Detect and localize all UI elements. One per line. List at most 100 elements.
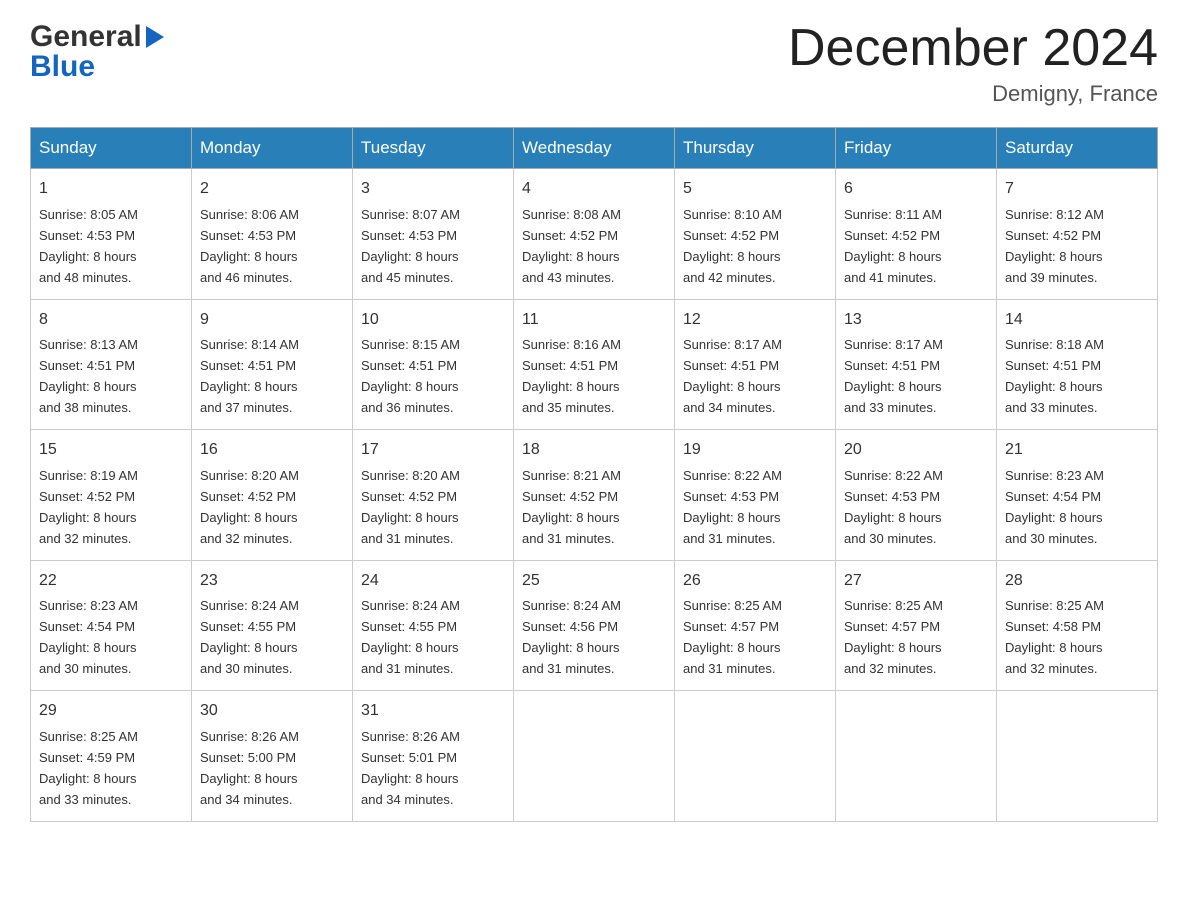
calendar-cell: 21 Sunrise: 8:23 AMSunset: 4:54 PMDaylig…: [997, 430, 1158, 560]
calendar-cell: 11 Sunrise: 8:16 AMSunset: 4:51 PMDaylig…: [514, 299, 675, 429]
calendar-cell: 2 Sunrise: 8:06 AMSunset: 4:53 PMDayligh…: [192, 169, 353, 299]
calendar-cell: 13 Sunrise: 8:17 AMSunset: 4:51 PMDaylig…: [836, 299, 997, 429]
calendar-cell: 18 Sunrise: 8:21 AMSunset: 4:52 PMDaylig…: [514, 430, 675, 560]
logo-line1: General: [30, 20, 168, 54]
weekday-header-friday: Friday: [836, 128, 997, 169]
calendar-cell: 10 Sunrise: 8:15 AMSunset: 4:51 PMDaylig…: [353, 299, 514, 429]
week-row-2: 8 Sunrise: 8:13 AMSunset: 4:51 PMDayligh…: [31, 299, 1158, 429]
calendar-cell: 26 Sunrise: 8:25 AMSunset: 4:57 PMDaylig…: [675, 560, 836, 690]
day-sunrise: Sunrise: 8:26 AMSunset: 5:00 PMDaylight:…: [200, 729, 299, 807]
day-number: 11: [522, 308, 666, 333]
calendar-cell: 24 Sunrise: 8:24 AMSunset: 4:55 PMDaylig…: [353, 560, 514, 690]
day-sunrise: Sunrise: 8:20 AMSunset: 4:52 PMDaylight:…: [361, 468, 460, 546]
calendar-cell: [514, 691, 675, 821]
calendar-cell: 16 Sunrise: 8:20 AMSunset: 4:52 PMDaylig…: [192, 430, 353, 560]
day-number: 22: [39, 569, 183, 594]
day-number: 31: [361, 699, 505, 724]
weekday-header-thursday: Thursday: [675, 128, 836, 169]
day-sunrise: Sunrise: 8:16 AMSunset: 4:51 PMDaylight:…: [522, 337, 621, 415]
day-number: 13: [844, 308, 988, 333]
calendar-cell: 25 Sunrise: 8:24 AMSunset: 4:56 PMDaylig…: [514, 560, 675, 690]
calendar-cell: 9 Sunrise: 8:14 AMSunset: 4:51 PMDayligh…: [192, 299, 353, 429]
day-sunrise: Sunrise: 8:24 AMSunset: 4:55 PMDaylight:…: [200, 598, 299, 676]
day-sunrise: Sunrise: 8:22 AMSunset: 4:53 PMDaylight:…: [683, 468, 782, 546]
day-sunrise: Sunrise: 8:17 AMSunset: 4:51 PMDaylight:…: [844, 337, 943, 415]
day-number: 19: [683, 438, 827, 463]
day-sunrise: Sunrise: 8:21 AMSunset: 4:52 PMDaylight:…: [522, 468, 621, 546]
logo-triangle-icon: [144, 22, 166, 52]
day-number: 6: [844, 177, 988, 202]
day-sunrise: Sunrise: 8:23 AMSunset: 4:54 PMDaylight:…: [1005, 468, 1104, 546]
day-number: 16: [200, 438, 344, 463]
day-number: 12: [683, 308, 827, 333]
logo-line2: Blue: [30, 50, 168, 84]
weekday-header-row: SundayMondayTuesdayWednesdayThursdayFrid…: [31, 128, 1158, 169]
day-sunrise: Sunrise: 8:14 AMSunset: 4:51 PMDaylight:…: [200, 337, 299, 415]
calendar-cell: 14 Sunrise: 8:18 AMSunset: 4:51 PMDaylig…: [997, 299, 1158, 429]
calendar-cell: [675, 691, 836, 821]
weekday-header-saturday: Saturday: [997, 128, 1158, 169]
calendar-cell: [997, 691, 1158, 821]
day-number: 2: [200, 177, 344, 202]
day-sunrise: Sunrise: 8:10 AMSunset: 4:52 PMDaylight:…: [683, 207, 782, 285]
day-sunrise: Sunrise: 8:20 AMSunset: 4:52 PMDaylight:…: [200, 468, 299, 546]
day-sunrise: Sunrise: 8:24 AMSunset: 4:56 PMDaylight:…: [522, 598, 621, 676]
week-row-4: 22 Sunrise: 8:23 AMSunset: 4:54 PMDaylig…: [31, 560, 1158, 690]
calendar-cell: 4 Sunrise: 8:08 AMSunset: 4:52 PMDayligh…: [514, 169, 675, 299]
day-number: 30: [200, 699, 344, 724]
calendar-cell: 29 Sunrise: 8:25 AMSunset: 4:59 PMDaylig…: [31, 691, 192, 821]
day-sunrise: Sunrise: 8:22 AMSunset: 4:53 PMDaylight:…: [844, 468, 943, 546]
logo: General Blue: [30, 20, 168, 84]
day-number: 10: [361, 308, 505, 333]
day-number: 20: [844, 438, 988, 463]
calendar-cell: 3 Sunrise: 8:07 AMSunset: 4:53 PMDayligh…: [353, 169, 514, 299]
day-sunrise: Sunrise: 8:17 AMSunset: 4:51 PMDaylight:…: [683, 337, 782, 415]
calendar-cell: 17 Sunrise: 8:20 AMSunset: 4:52 PMDaylig…: [353, 430, 514, 560]
day-sunrise: Sunrise: 8:13 AMSunset: 4:51 PMDaylight:…: [39, 337, 138, 415]
day-sunrise: Sunrise: 8:07 AMSunset: 4:53 PMDaylight:…: [361, 207, 460, 285]
calendar-cell: [836, 691, 997, 821]
day-sunrise: Sunrise: 8:25 AMSunset: 4:57 PMDaylight:…: [683, 598, 782, 676]
day-number: 24: [361, 569, 505, 594]
day-sunrise: Sunrise: 8:25 AMSunset: 4:59 PMDaylight:…: [39, 729, 138, 807]
day-sunrise: Sunrise: 8:25 AMSunset: 4:57 PMDaylight:…: [844, 598, 943, 676]
weekday-header-wednesday: Wednesday: [514, 128, 675, 169]
title-area: December 2024 Demigny, France: [788, 20, 1158, 107]
day-sunrise: Sunrise: 8:11 AMSunset: 4:52 PMDaylight:…: [844, 207, 942, 285]
page-header: General Blue December 2024 Demigny, Fran…: [30, 20, 1158, 107]
week-row-1: 1 Sunrise: 8:05 AMSunset: 4:53 PMDayligh…: [31, 169, 1158, 299]
day-number: 4: [522, 177, 666, 202]
day-number: 28: [1005, 569, 1149, 594]
day-number: 26: [683, 569, 827, 594]
day-number: 21: [1005, 438, 1149, 463]
calendar-cell: 12 Sunrise: 8:17 AMSunset: 4:51 PMDaylig…: [675, 299, 836, 429]
month-title: December 2024: [788, 20, 1158, 77]
calendar-table: SundayMondayTuesdayWednesdayThursdayFrid…: [30, 127, 1158, 821]
day-number: 14: [1005, 308, 1149, 333]
day-number: 29: [39, 699, 183, 724]
week-row-5: 29 Sunrise: 8:25 AMSunset: 4:59 PMDaylig…: [31, 691, 1158, 821]
calendar-cell: 15 Sunrise: 8:19 AMSunset: 4:52 PMDaylig…: [31, 430, 192, 560]
day-sunrise: Sunrise: 8:08 AMSunset: 4:52 PMDaylight:…: [522, 207, 621, 285]
calendar-cell: 7 Sunrise: 8:12 AMSunset: 4:52 PMDayligh…: [997, 169, 1158, 299]
logo-general-text: General: [30, 20, 142, 54]
calendar-cell: 31 Sunrise: 8:26 AMSunset: 5:01 PMDaylig…: [353, 691, 514, 821]
day-number: 9: [200, 308, 344, 333]
calendar-cell: 19 Sunrise: 8:22 AMSunset: 4:53 PMDaylig…: [675, 430, 836, 560]
day-sunrise: Sunrise: 8:12 AMSunset: 4:52 PMDaylight:…: [1005, 207, 1104, 285]
day-sunrise: Sunrise: 8:24 AMSunset: 4:55 PMDaylight:…: [361, 598, 460, 676]
day-number: 7: [1005, 177, 1149, 202]
day-number: 27: [844, 569, 988, 594]
calendar-cell: 27 Sunrise: 8:25 AMSunset: 4:57 PMDaylig…: [836, 560, 997, 690]
day-number: 23: [200, 569, 344, 594]
day-sunrise: Sunrise: 8:06 AMSunset: 4:53 PMDaylight:…: [200, 207, 299, 285]
weekday-header-tuesday: Tuesday: [353, 128, 514, 169]
day-sunrise: Sunrise: 8:15 AMSunset: 4:51 PMDaylight:…: [361, 337, 460, 415]
calendar-cell: 1 Sunrise: 8:05 AMSunset: 4:53 PMDayligh…: [31, 169, 192, 299]
weekday-header-monday: Monday: [192, 128, 353, 169]
day-number: 3: [361, 177, 505, 202]
location: Demigny, France: [788, 81, 1158, 107]
calendar-cell: 6 Sunrise: 8:11 AMSunset: 4:52 PMDayligh…: [836, 169, 997, 299]
calendar-cell: 8 Sunrise: 8:13 AMSunset: 4:51 PMDayligh…: [31, 299, 192, 429]
day-sunrise: Sunrise: 8:18 AMSunset: 4:51 PMDaylight:…: [1005, 337, 1104, 415]
